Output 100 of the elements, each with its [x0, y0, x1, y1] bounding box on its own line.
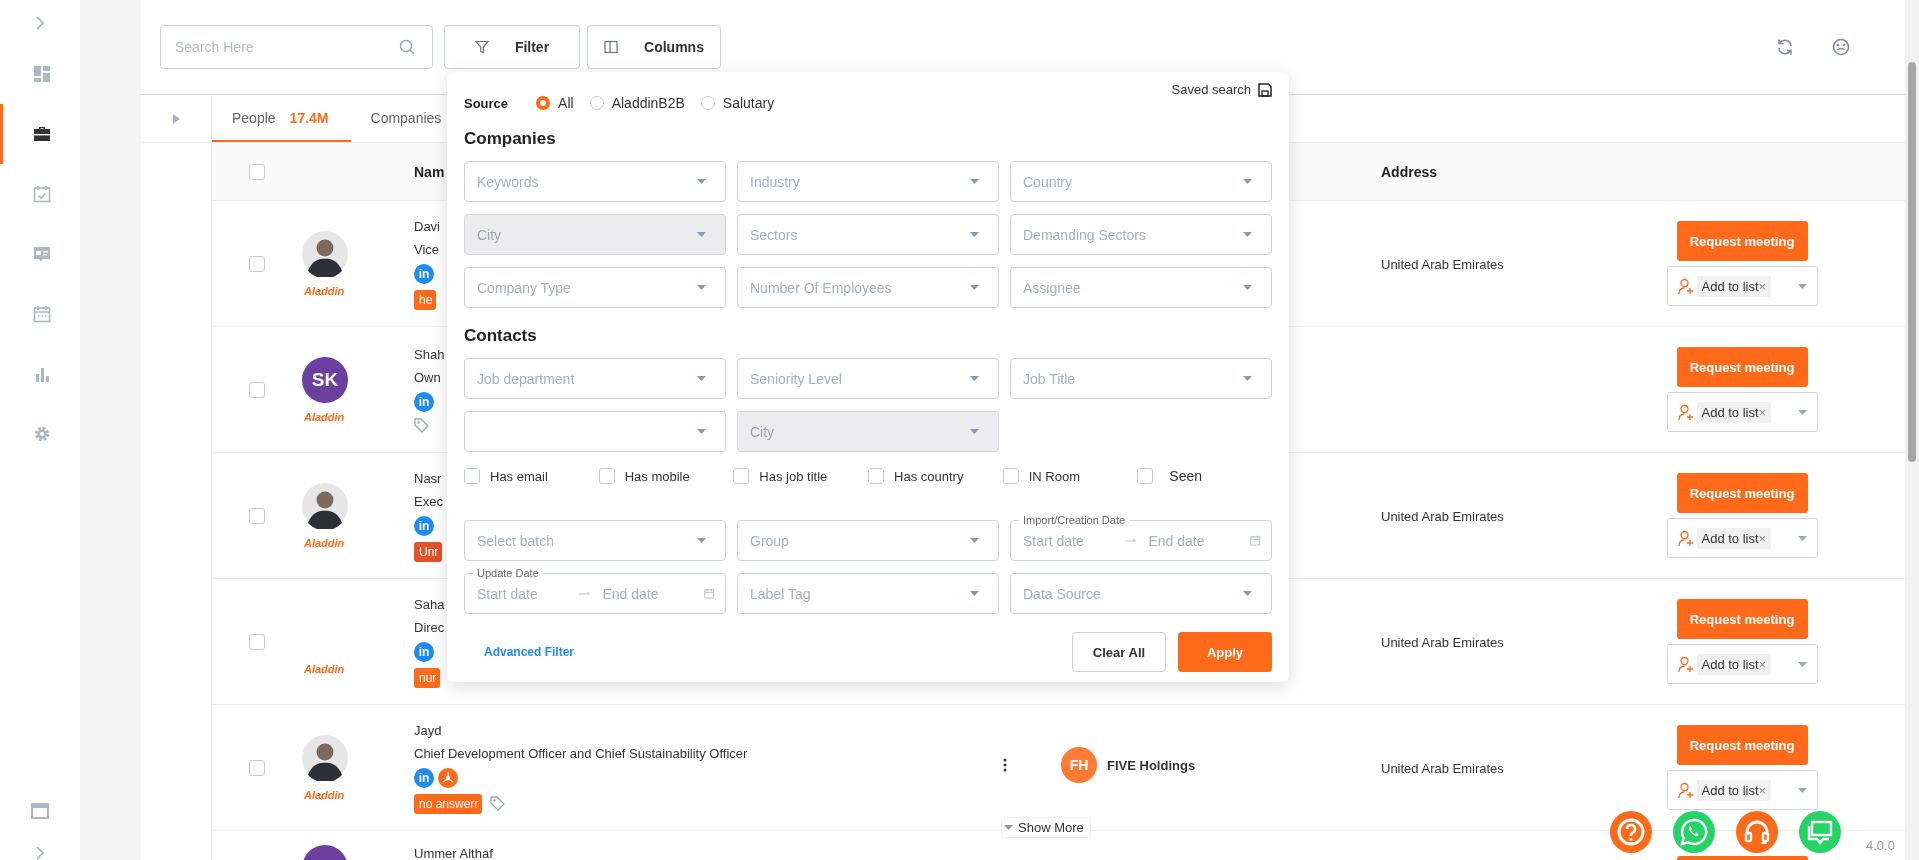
calendar-icon [704, 587, 715, 600]
add-user-icon [1677, 277, 1694, 295]
select-field[interactable]: Number Of Employees [737, 267, 999, 308]
caret-icon [697, 376, 706, 381]
support-button[interactable] [1736, 811, 1778, 853]
person-name[interactable]: Shah [414, 346, 445, 363]
person-name[interactable]: Davi [414, 217, 440, 235]
radio-option[interactable]: All [536, 95, 574, 111]
tag-icon[interactable] [490, 796, 506, 811]
checkbox[interactable] [249, 163, 265, 180]
select-field[interactable]: Job Title [1010, 358, 1272, 399]
filter-button[interactable]: Filter [444, 25, 580, 69]
checkbox-option[interactable]: Has job title [733, 468, 868, 484]
end-date-input[interactable]: End date [1146, 531, 1241, 550]
dashboard-icon [32, 65, 51, 83]
search-field[interactable]: Search Here [161, 26, 432, 68]
calendar-icon [1250, 534, 1261, 547]
columns-button[interactable]: Columns [587, 25, 721, 69]
chevron-icon[interactable] [35, 16, 45, 30]
help-icon [1616, 817, 1646, 847]
start-date-input[interactable]: Start date [475, 584, 569, 603]
person-name[interactable]: Ummer Althaf [414, 845, 493, 860]
radio-option[interactable]: Salutary [700, 95, 775, 111]
caret-icon [1243, 285, 1252, 290]
caret-icon [1243, 376, 1252, 381]
caret-icon [1797, 409, 1807, 415]
select-field[interactable]: Group [737, 520, 999, 561]
caret-icon [970, 232, 979, 237]
avatar-icon [302, 734, 348, 781]
select-field[interactable]: Job department [464, 358, 726, 399]
arrow-icon [1125, 537, 1137, 544]
clear-all-button[interactable]: Clear All [1072, 632, 1166, 672]
tag-icon[interactable] [414, 418, 429, 433]
window-icon[interactable] [30, 802, 50, 820]
end-date-input[interactable]: End date [600, 584, 695, 603]
job-title: Chief Development Officer and Chief Sustainability Officer [414, 744, 748, 762]
source-logo: Aladdin [304, 662, 345, 675]
add-to-list-select[interactable]: Add to list× [1666, 392, 1818, 432]
tag: he [414, 289, 437, 310]
checkbox-option[interactable]: IN Room [1002, 468, 1138, 484]
checkbox[interactable] [249, 507, 265, 524]
select-field[interactable]: Industry [737, 161, 999, 202]
checkbox[interactable] [249, 381, 265, 398]
person-name[interactable]: Nasr [414, 469, 442, 487]
add-user-icon [1677, 403, 1694, 421]
tab[interactable]: Companies [350, 95, 446, 142]
scrollbar-thumb[interactable] [1908, 62, 1916, 462]
job-title: Vice [414, 240, 440, 258]
checkbox[interactable] [249, 759, 265, 776]
chat-button[interactable] [1799, 811, 1841, 853]
caret-icon [970, 179, 979, 184]
checkbox-option[interactable]: Has email [464, 468, 599, 484]
whatsapp-button[interactable] [1673, 811, 1715, 853]
radio-option[interactable]: AladdinB2B [589, 95, 685, 111]
add-to-list-select[interactable]: Add to list× [1666, 266, 1818, 306]
caret-icon [697, 285, 706, 290]
more-icon[interactable] [1003, 758, 1007, 772]
refresh-icon[interactable] [1776, 38, 1794, 56]
start-date-input[interactable]: Start date [1021, 531, 1115, 550]
select-field[interactable]: Seniority Level [737, 358, 999, 399]
section-heading: Companies [464, 129, 557, 149]
columns-icon [604, 40, 619, 54]
select-field[interactable]: Company Type [464, 267, 726, 308]
calendar-check-icon [32, 185, 51, 203]
caret-icon [1797, 283, 1807, 289]
checkbox-option[interactable]: Seen [1137, 468, 1273, 484]
add-to-list-select[interactable]: Add to list× [1666, 770, 1818, 810]
add-to-list-select[interactable]: Add to list× [1666, 518, 1818, 558]
list-label: Add to list [1701, 656, 1759, 672]
select-field[interactable]: Data Source [1010, 573, 1272, 614]
address-text: United Arab Emirates [1381, 760, 1504, 776]
calendar-icon [32, 305, 51, 323]
select-field[interactable]: Demanding Sectors [1010, 214, 1272, 255]
checkbox[interactable] [249, 255, 265, 272]
checkbox[interactable] [249, 633, 265, 650]
list-label: Add to list [1701, 278, 1759, 294]
list-label: Add to list [1701, 782, 1759, 798]
tag: Unr [414, 541, 443, 562]
caret-icon[interactable] [172, 113, 180, 124]
select-field[interactable] [464, 411, 726, 452]
select-field[interactable]: Country [1010, 161, 1272, 202]
chevron-icon[interactable] [35, 846, 45, 860]
tab-count: 17.4M [289, 109, 329, 126]
caret-icon [970, 591, 979, 596]
select-field[interactable]: Label Tag [737, 573, 999, 614]
show-more-button[interactable]: Show More [1001, 817, 1091, 838]
select-field[interactable]: Keywords [464, 161, 726, 202]
select-field[interactable]: Select batch [464, 520, 726, 561]
help-button[interactable] [1610, 811, 1652, 853]
person-name[interactable]: Jayd [414, 721, 442, 739]
checkbox-option[interactable]: Has mobile [598, 468, 734, 484]
avatar-icon [302, 482, 348, 529]
company-name[interactable]: FIVE Holdings [1107, 757, 1196, 773]
person-name[interactable]: Saha [414, 595, 445, 613]
saved-search-button[interactable]: Saved search [464, 82, 1272, 97]
select-field[interactable]: Sectors [737, 214, 999, 255]
add-to-list-select[interactable]: Add to list× [1666, 644, 1818, 684]
network-icon[interactable] [438, 767, 458, 788]
checkbox-option[interactable]: Has country [868, 468, 1003, 484]
select-field[interactable]: Assignee [1010, 267, 1272, 308]
